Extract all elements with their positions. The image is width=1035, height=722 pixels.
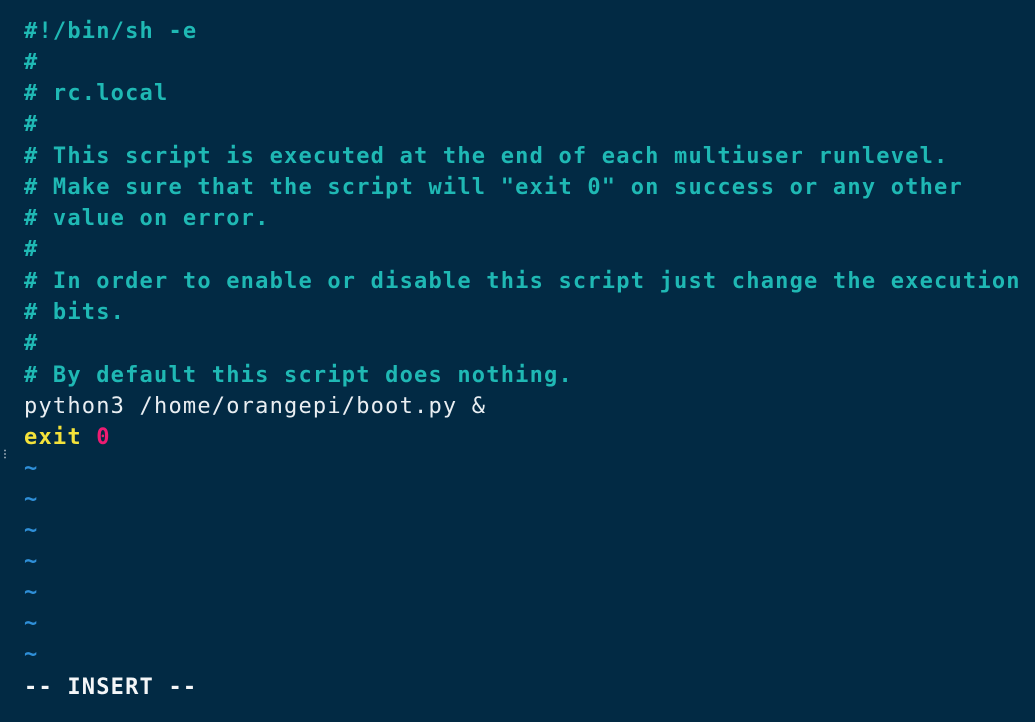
empty-buffer-line: ~ [24, 487, 39, 512]
empty-buffer-line: ~ [24, 518, 39, 543]
empty-buffer-line: ~ [24, 611, 39, 636]
python-command-line: python3 /home/orangepi/boot.py & [24, 394, 487, 419]
code-line-8: # [24, 237, 39, 262]
code-line-12: # By default this script does nothing. [24, 363, 573, 388]
window-edge-grip-icon[interactable]: ⋮ [0, 450, 10, 470]
code-line-4: # [24, 112, 39, 137]
exit-code: 0 [96, 425, 111, 450]
empty-buffer-line: ~ [24, 456, 39, 481]
code-line-9: # In order to enable or disable this scr… [24, 269, 1021, 294]
insert-mode-indicator: -- INSERT -- [24, 675, 198, 700]
code-line-2: # [24, 50, 39, 75]
exit-keyword: exit [24, 425, 82, 450]
code-line-6: # Make sure that the script will "exit 0… [24, 175, 963, 200]
code-line-7: # value on error. [24, 206, 270, 231]
code-line-1: #!/bin/sh -e [24, 19, 198, 44]
empty-buffer-line: ~ [24, 642, 39, 667]
empty-buffer-line: ~ [24, 549, 39, 574]
vim-terminal-window[interactable]: #!/bin/sh -e # # rc.local # # This scrip… [0, 0, 1035, 722]
exit-line: exit 0 [24, 422, 111, 453]
code-line-11: # [24, 331, 39, 356]
code-line-3: # rc.local [24, 81, 169, 106]
code-line-5: # This script is executed at the end of … [24, 144, 949, 169]
code-line-10: # bits. [24, 300, 126, 325]
empty-buffer-line: ~ [24, 580, 39, 605]
